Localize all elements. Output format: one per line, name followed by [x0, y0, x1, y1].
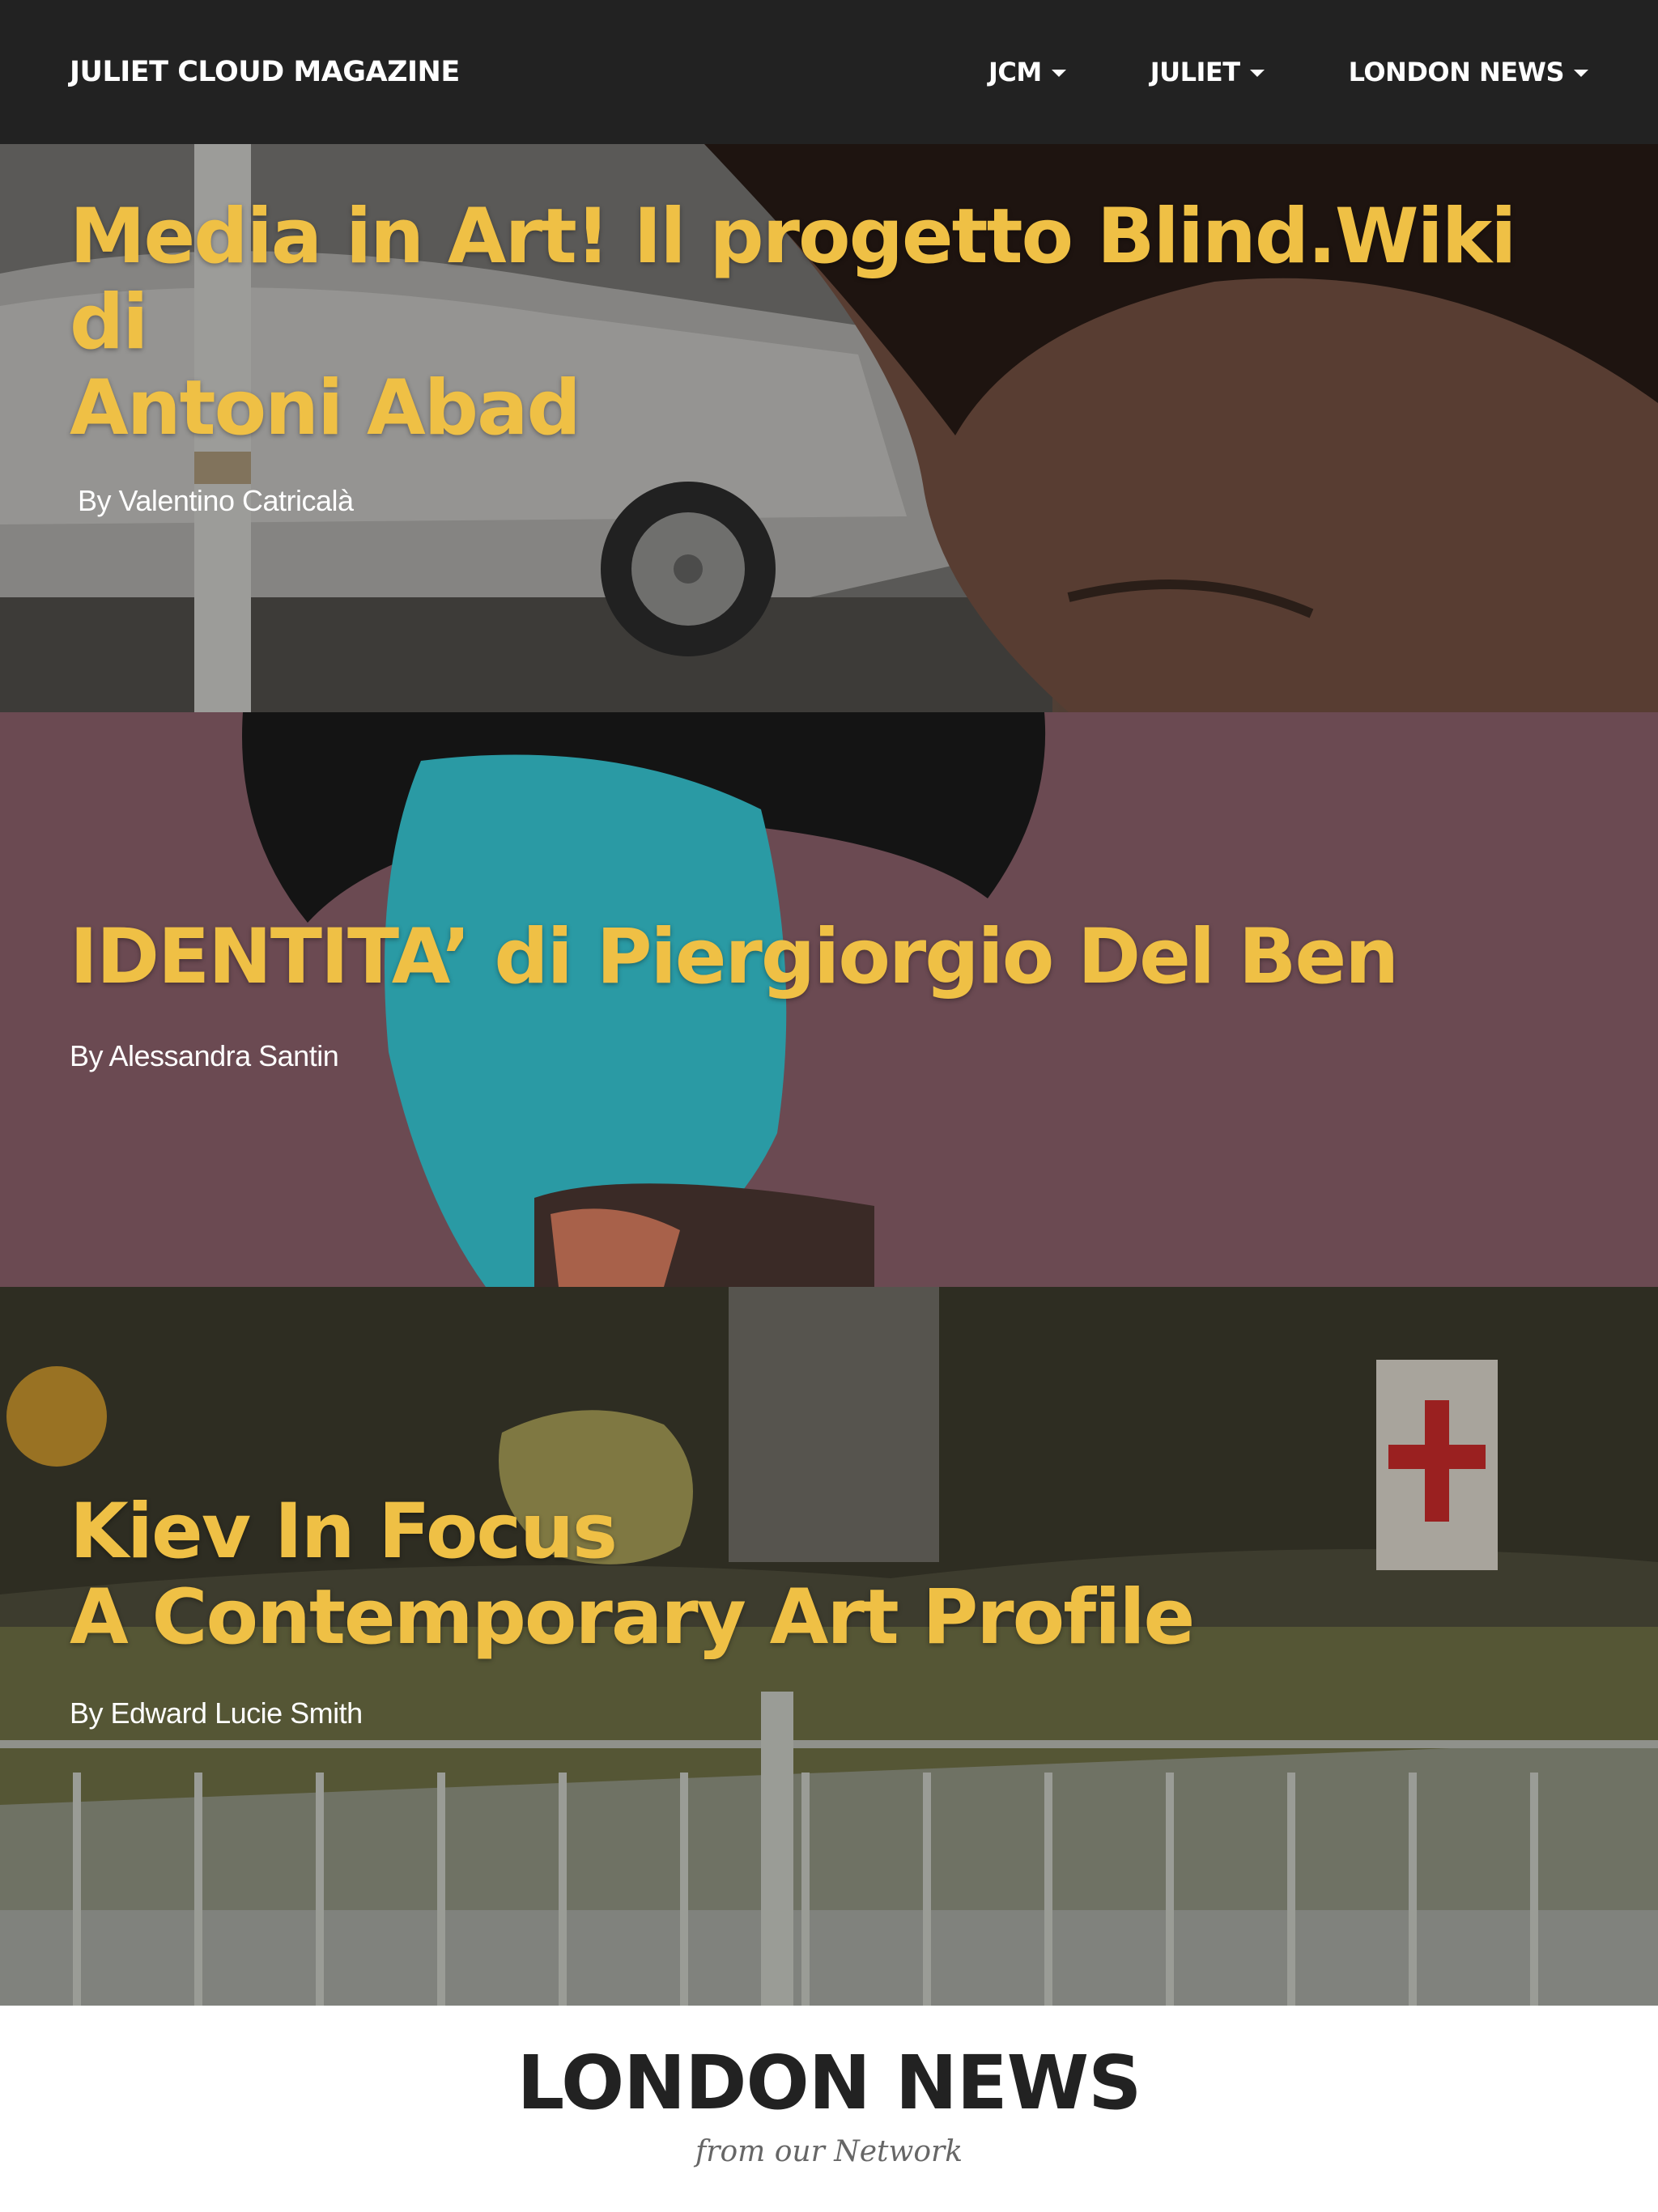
article-byline: By Valentino Catricalà	[78, 484, 354, 517]
top-navbar: JULIET CLOUD MAGAZINE JCM JULIET LONDON …	[0, 0, 1658, 144]
page: JULIET CLOUD MAGAZINE JCM JULIET LONDON …	[0, 0, 1658, 2212]
caret-down-icon	[1051, 70, 1066, 77]
nav-item-london-news[interactable]: LONDON NEWS	[1349, 57, 1588, 87]
article-title-line: Antoni Abad	[70, 364, 581, 452]
nav-item-label: JULIET	[1150, 57, 1240, 87]
article-title-line: IDENTITA’ di Piergiorgio Del Ben	[70, 913, 1399, 1001]
nav-item-jcm[interactable]: JCM	[988, 57, 1066, 87]
article-byline: By Edward Lucie Smith	[70, 1696, 363, 1730]
article-hero-content: Kiev In Focus A Contemporary Art Profile…	[70, 1489, 1609, 1730]
caret-down-icon	[1574, 70, 1588, 77]
article-title-link[interactable]: IDENTITA’ di Piergiorgio Del Ben	[70, 915, 1609, 1000]
article-title-link[interactable]: Media in Art! Il progetto Blind.Wiki di …	[70, 194, 1609, 452]
article-title-line: A Contemporary Art Profile	[70, 1573, 1195, 1662]
article-hero-content: Media in Art! Il progetto Blind.Wiki di …	[70, 194, 1609, 518]
site-brand-link[interactable]: JULIET CLOUD MAGAZINE	[70, 56, 460, 88]
section-subtitle: from our Network	[695, 2135, 963, 2168]
article-title-line: Media in Art! Il progetto Blind.Wiki di	[70, 193, 1516, 367]
nav-item-label: LONDON NEWS	[1348, 57, 1565, 87]
article-title-line: Kiev In Focus	[70, 1488, 618, 1576]
nav-menu: JCM JULIET LONDON NEWS	[988, 57, 1588, 87]
nav-item-label: JCM	[988, 57, 1042, 87]
article-hero-2[interactable]: IDENTITA’ di Piergiorgio Del Ben By Ales…	[0, 712, 1658, 1287]
article-byline: By Alessandra Santin	[70, 1039, 339, 1072]
article-title-link[interactable]: Kiev In Focus A Contemporary Art Profile	[70, 1489, 1609, 1661]
article-hero-1[interactable]: Media in Art! Il progetto Blind.Wiki di …	[0, 144, 1658, 712]
article-hero-content: IDENTITA’ di Piergiorgio Del Ben By Ales…	[70, 915, 1609, 1073]
nav-item-juliet[interactable]: JULIET	[1150, 57, 1265, 87]
article-hero-3[interactable]: Kiev In Focus A Contemporary Art Profile…	[0, 1287, 1658, 2006]
london-news-section: LONDON NEWS from our Network	[0, 2006, 1658, 2212]
section-title: LONDON NEWS	[517, 2040, 1142, 2126]
caret-down-icon	[1249, 70, 1265, 77]
